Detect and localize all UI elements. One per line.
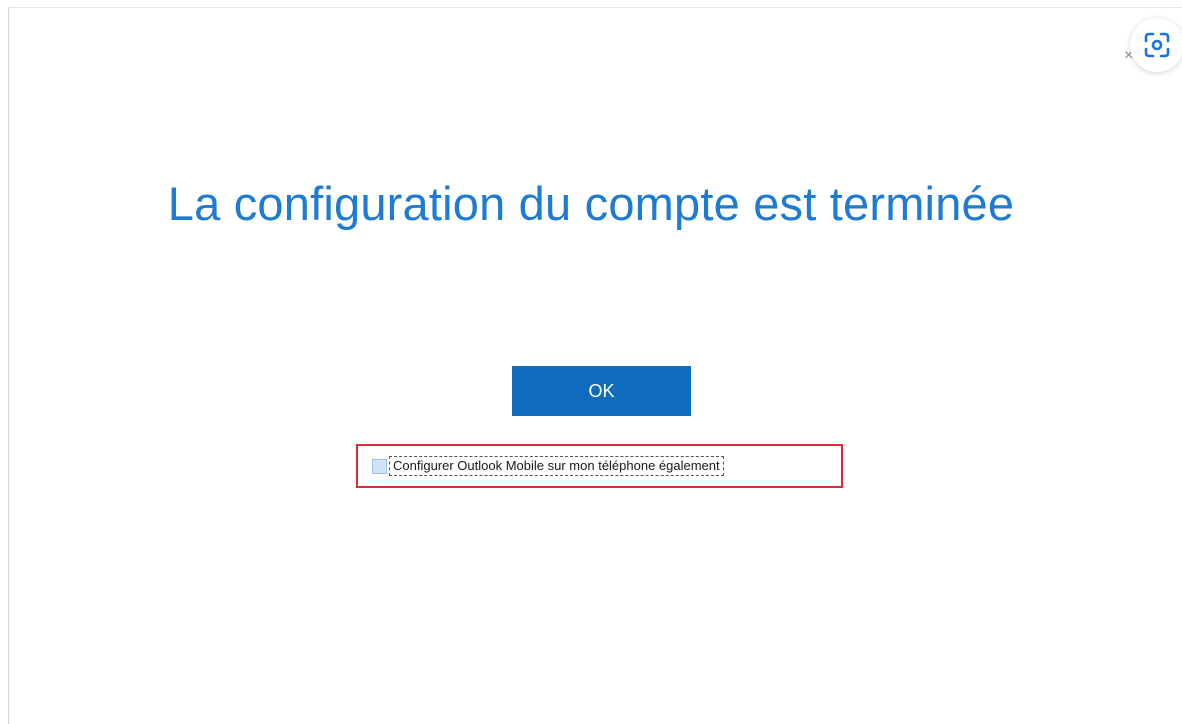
outlook-mobile-checkbox[interactable] [372, 458, 387, 474]
visual-search-icon [1144, 32, 1170, 58]
visual-search-button[interactable] [1130, 18, 1182, 72]
page-title: La configuration du compte est terminée [167, 177, 1015, 230]
ok-button[interactable]: OK [512, 366, 691, 416]
outlook-mobile-checkbox-label[interactable]: Configurer Outlook Mobile sur mon téléph… [389, 456, 724, 476]
outlook-mobile-checkbox-row[interactable]: Configurer Outlook Mobile sur mon téléph… [372, 456, 724, 476]
